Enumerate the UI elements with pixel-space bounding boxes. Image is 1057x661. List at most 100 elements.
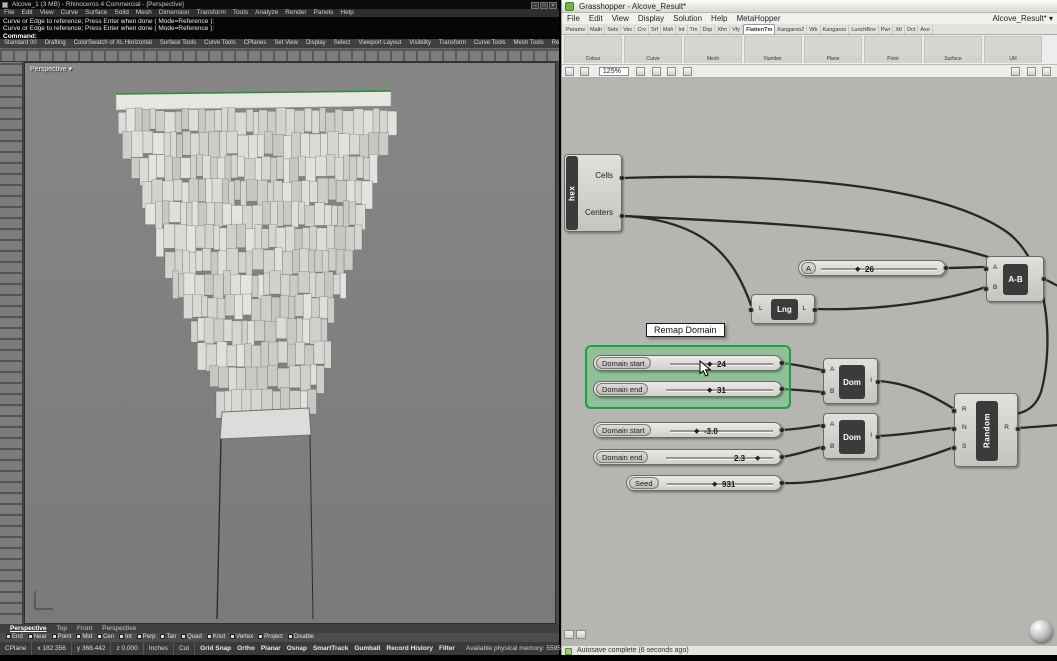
input-port-b[interactable] <box>820 390 826 396</box>
rhino-menu-item[interactable]: Transform <box>197 9 226 16</box>
grasshopper-menu-item[interactable]: Solution <box>673 14 702 23</box>
rhino-command-area[interactable]: Curve or Edge to reference; Press Enter … <box>0 17 559 39</box>
palette-group-label[interactable]: Mesh <box>685 56 741 63</box>
slider-knob[interactable]: ◆ <box>707 386 712 394</box>
osnap-toggle[interactable]: End <box>6 634 23 640</box>
grasshopper-menu-item[interactable]: MetaHopper <box>737 14 781 23</box>
category-tab[interactable]: Kangaroo2 <box>775 25 808 34</box>
grasshopper-menu-item[interactable]: File <box>567 14 580 23</box>
category-tab[interactable]: Vfy <box>730 25 744 34</box>
status-toggle[interactable]: Osnap <box>287 645 307 652</box>
osnap-toggle[interactable]: Point <box>51 634 71 640</box>
category-tab[interactable]: Trn <box>688 25 701 34</box>
palette-icons[interactable] <box>865 37 921 56</box>
palette-icons[interactable] <box>685 37 741 56</box>
slider-output-port[interactable] <box>779 360 785 366</box>
output-port-i[interactable] <box>875 379 881 385</box>
checkbox-icon[interactable] <box>181 634 187 639</box>
checkbox-icon[interactable] <box>287 634 293 639</box>
toolbar-tab[interactable]: Viewport Layout <box>358 40 401 46</box>
palette-group[interactable]: Surface <box>924 36 982 63</box>
slider-output-port[interactable] <box>779 454 785 460</box>
profiler-widget[interactable] <box>564 630 574 639</box>
bake-icon[interactable] <box>1026 67 1036 76</box>
palette-icons[interactable] <box>805 37 861 56</box>
output-port-r[interactable] <box>1015 426 1021 432</box>
palette-icons[interactable] <box>625 37 681 56</box>
palette-group-label[interactable]: Colour <box>565 56 621 63</box>
palette-icons[interactable] <box>565 37 621 56</box>
palette-group[interactable]: Colour <box>564 36 622 63</box>
domain-end-slider-2[interactable]: Domain end 2.3 ◆ <box>593 449 785 465</box>
input-port-n[interactable] <box>951 426 957 432</box>
toolbar-tab[interactable]: Set View <box>274 40 298 46</box>
category-tab[interactable]: Xfm <box>715 25 731 34</box>
toolbar-tab[interactable]: CPlanes <box>244 40 267 46</box>
status-toggle[interactable]: Grid Snap <box>200 645 231 652</box>
checkbox-icon[interactable] <box>51 634 57 639</box>
palette-group-label[interactable]: Curve <box>625 56 681 63</box>
slider-output-port[interactable] <box>943 265 949 271</box>
checkbox-icon[interactable] <box>6 634 11 639</box>
pan-icon[interactable] <box>651 67 661 76</box>
palette-group[interactable]: Plane <box>804 36 862 63</box>
palette-group[interactable]: Number <box>744 36 802 63</box>
grasshopper-menu-item[interactable]: View <box>612 14 629 23</box>
window-control-button[interactable]: × <box>549 2 557 9</box>
construct-domain-component-2[interactable]: Dom A B I <box>820 413 881 459</box>
preview-icon[interactable] <box>1011 67 1021 76</box>
rhino-menu-item[interactable]: Mesh <box>136 9 152 16</box>
rhino-titlebar[interactable]: Alcove_1 (3 MB) - Rhinoceros 4 Commercia… <box>0 0 559 9</box>
osnap-toggle[interactable]: Disable <box>287 634 314 640</box>
category-tab[interactable]: Vec <box>621 25 636 34</box>
category-tab[interactable]: Crv <box>635 25 649 34</box>
osnap-toggle[interactable]: Perp <box>136 634 155 640</box>
window-control-button[interactable]: □ <box>540 2 548 9</box>
rhino-menu-item[interactable]: Curve <box>61 9 78 16</box>
category-tab[interactable]: Oct <box>905 25 919 34</box>
rhino-menu-item[interactable]: Surface <box>85 9 107 16</box>
viewport-tab[interactable]: Front <box>77 625 92 632</box>
palette-group-label[interactable]: Plane <box>805 56 861 63</box>
category-tab[interactable]: Xtl <box>893 25 905 34</box>
osnap-toggle[interactable]: Near <box>27 634 47 640</box>
slider-output-port[interactable] <box>779 480 785 486</box>
palette-group-label[interactable]: Point <box>865 56 921 63</box>
category-tab[interactable]: Params <box>564 25 588 34</box>
palette-group[interactable]: Mesh <box>684 36 742 63</box>
markov-widget[interactable] <box>576 630 586 639</box>
grasshopper-titlebar[interactable]: Grasshopper - Alcove_Result* <box>562 0 1057 13</box>
checkbox-icon[interactable] <box>97 634 103 639</box>
input-port-a[interactable] <box>820 423 826 429</box>
input-port-a[interactable] <box>983 266 989 272</box>
status-toggle[interactable]: Gumball <box>354 645 380 652</box>
category-tab[interactable]: Dsp <box>701 25 716 34</box>
input-port-b[interactable] <box>983 286 989 292</box>
palette-icons[interactable] <box>985 37 1041 56</box>
grasshopper-menu-item[interactable]: Display <box>638 14 664 23</box>
output-port-l[interactable] <box>812 307 818 313</box>
viewport-title[interactable]: Perspective ▾ <box>30 65 72 73</box>
osnap-toggle[interactable]: Cen <box>97 634 114 640</box>
toolbar-tab[interactable]: Surface Tools <box>160 40 196 46</box>
output-port-centers[interactable] <box>619 213 625 219</box>
open-icon[interactable] <box>580 67 590 76</box>
rhino-side-toolbar[interactable] <box>0 62 23 624</box>
slider-knob[interactable]: ◆ <box>712 480 717 488</box>
status-toggle[interactable]: Record History <box>386 645 433 652</box>
status-toggle[interactable]: Planar <box>261 645 281 652</box>
toolbar-tab[interactable]: Curve Tools <box>474 40 506 46</box>
palette-icons[interactable] <box>925 37 981 56</box>
construct-domain-component[interactable]: Dom A B I <box>820 358 881 404</box>
slider-knob[interactable]: ◆ <box>855 265 860 273</box>
status-toggle[interactable]: SmartTrack <box>313 645 348 652</box>
palette-group[interactable]: Point <box>864 36 922 63</box>
category-tab[interactable]: Axo <box>918 25 933 34</box>
toolbar-tab[interactable]: Display <box>306 40 326 46</box>
rhino-menu-item[interactable]: Dimension <box>159 9 190 16</box>
osnap-toggle[interactable]: Project <box>258 634 283 640</box>
category-tab[interactable]: Msh <box>661 25 677 34</box>
zoom-extents-icon[interactable] <box>636 67 646 76</box>
list-length-component[interactable]: Lng L L <box>748 294 818 324</box>
category-tab[interactable]: Srf <box>649 25 661 34</box>
